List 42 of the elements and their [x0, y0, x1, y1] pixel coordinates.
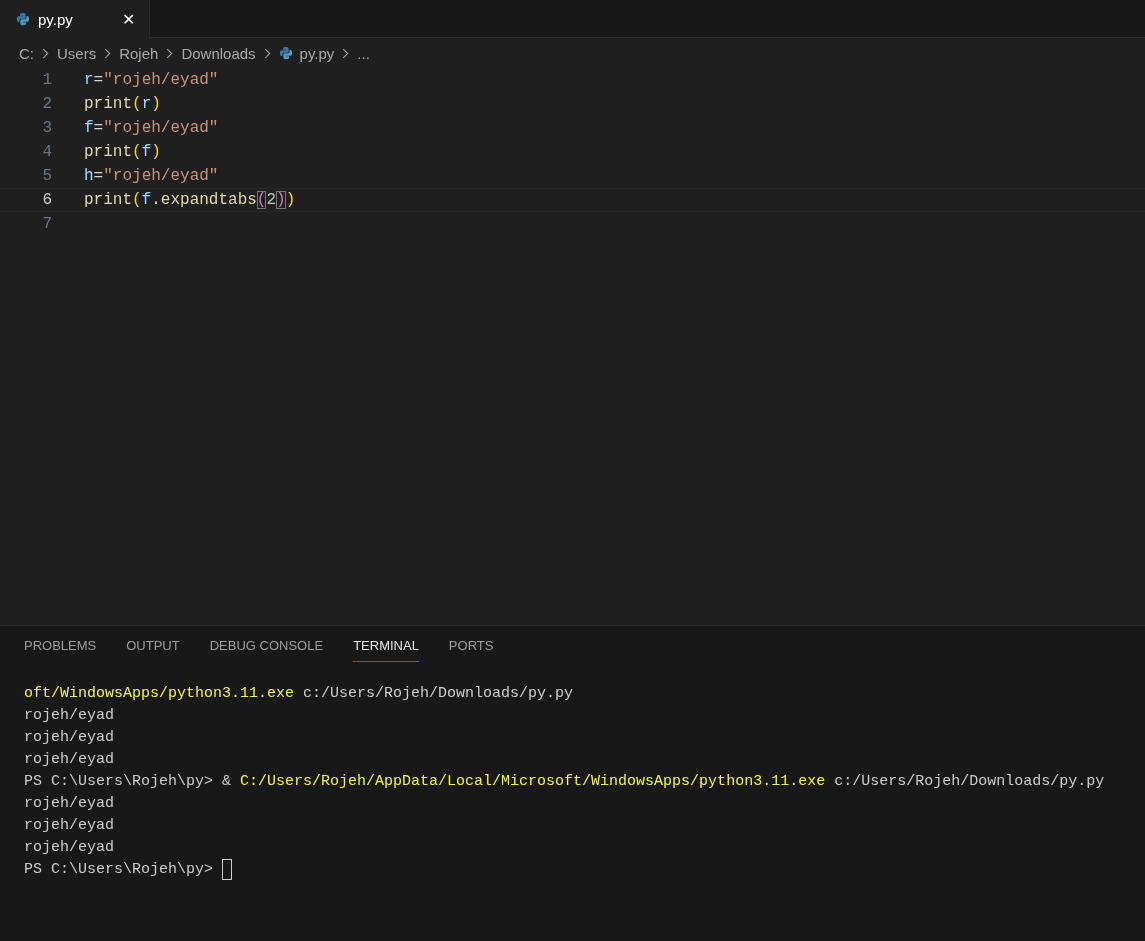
terminal-line: rojeh/eyad — [24, 706, 114, 724]
panel-tab[interactable]: OUTPUT — [126, 638, 180, 661]
line-number: 4 — [41, 143, 53, 161]
chevron-icon — [342, 47, 350, 59]
breadcrumb-item[interactable]: C: — [19, 44, 34, 62]
panel-tab[interactable]: TERMINAL — [353, 638, 419, 662]
terminal-line: rojeh/eyad — [24, 838, 114, 856]
line-number: 5 — [41, 167, 53, 185]
code-line: r="rojeh/eyad" — [84, 71, 219, 89]
editor-tab[interactable]: py.py ✕ — [0, 0, 150, 38]
line-number: 2 — [41, 95, 53, 113]
python-icon — [16, 12, 30, 26]
breadcrumb-item[interactable]: Rojeh — [119, 44, 159, 62]
panel-tab[interactable]: PROBLEMS — [24, 638, 97, 661]
terminal-line: PS C:\Users\Rojeh\py> & C:/Users/Rojeh/AppData/Local/Microsoft/WindowsApps/python3.11.exe c:/Users/Rojeh/Downloads/py.py — [24, 772, 1105, 790]
code-line: f="rojeh/eyad" — [84, 119, 219, 137]
line-number: 7 — [41, 215, 53, 233]
chevron-icon — [104, 47, 112, 59]
terminal-line: rojeh/eyad — [24, 816, 114, 834]
line-number: 3 — [41, 119, 53, 137]
chevron-icon — [42, 47, 49, 59]
line-number: 6 — [41, 191, 53, 209]
breadcrumb-item[interactable]: Downloads — [181, 44, 256, 62]
breadcrumb-item[interactable]: ... — [357, 44, 370, 62]
close-icon[interactable]: ✕ — [118, 9, 139, 29]
terminal-line: rojeh/eyad — [24, 728, 114, 746]
breadcrumb-item[interactable]: Users — [57, 44, 97, 62]
code-line: print(f.expandtabs(2)) — [84, 191, 296, 209]
terminal-line: oft/WindowsApps/python3.11.exe c:/Users/Rojeh/Downloads/py.py — [24, 684, 574, 702]
terminal-line: rojeh/eyad — [24, 750, 114, 768]
chevron-icon — [263, 47, 271, 59]
chevron-icon — [166, 47, 174, 59]
python-icon — [278, 46, 293, 60]
code-line: print(f) — [84, 143, 161, 161]
terminal-line: PS C:\Users\Rojeh\py> — [24, 860, 215, 878]
panel-tab[interactable]: PORTS — [448, 638, 494, 661]
panel-tab[interactable]: DEBUG CONSOLE — [209, 638, 324, 661]
line-number: 1 — [41, 71, 53, 89]
code-line: h="rojeh/eyad" — [84, 167, 219, 185]
code-line: print(r) — [84, 95, 161, 113]
terminal-line: rojeh/eyad — [24, 794, 114, 812]
breadcrumb-item[interactable]: py.py — [299, 44, 335, 62]
